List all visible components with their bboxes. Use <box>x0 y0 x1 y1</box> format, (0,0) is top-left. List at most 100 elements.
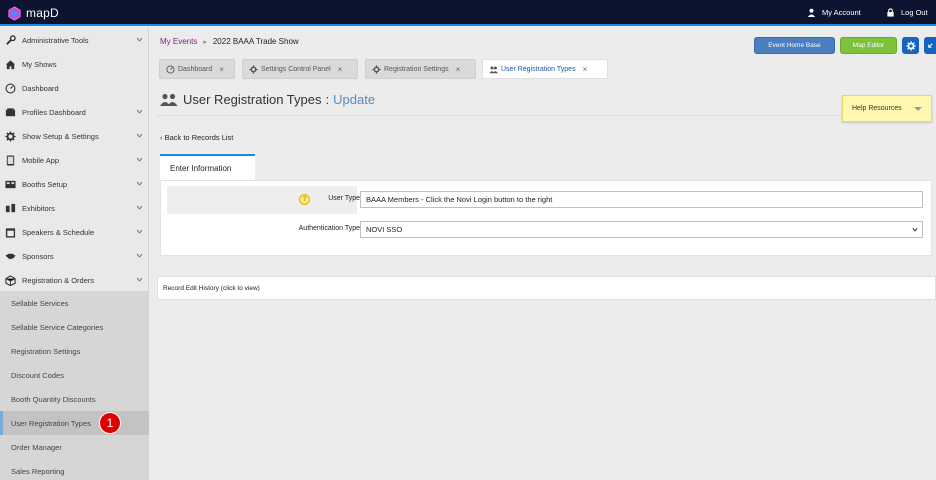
submenu-item-label: Registration Settings <box>11 346 81 356</box>
tab-label: Registration Settings <box>384 65 449 73</box>
calendar-icon <box>4 226 16 238</box>
sidebar-item-mobile-app[interactable]: Mobile App <box>0 148 149 172</box>
selected-value: NOVI SSO <box>366 225 403 234</box>
submenu-item-order-manager[interactable]: Order Manager <box>0 435 149 459</box>
my-account-link[interactable]: My Account <box>807 8 861 17</box>
gear-icon <box>249 64 258 74</box>
sidebar-item-my-shows[interactable]: My Shows <box>0 52 149 76</box>
speedometer-icon <box>4 82 16 94</box>
authentication-type-select[interactable]: NOVI SSO <box>360 221 923 238</box>
gear-icon <box>905 40 916 51</box>
exhibitors-icon <box>4 202 16 214</box>
my-account-label: My Account <box>822 8 861 17</box>
tab-registration-settings[interactable]: Registration Settings × <box>365 59 476 79</box>
back-to-records-link[interactable]: ‹ Back to Records List <box>160 133 233 142</box>
chevron-down-icon <box>136 205 143 210</box>
sidebar-item-label: Speakers & Schedule <box>22 227 95 237</box>
sidebar-item-administrative-tools[interactable]: Administrative Tools <box>0 28 149 52</box>
submenu-item-discount-codes[interactable]: Discount Codes <box>0 363 149 387</box>
submenu-item-label: Order Manager <box>11 442 62 452</box>
top-navbar: mapD My Account Log Out <box>0 0 936 26</box>
user-type-input[interactable] <box>360 191 923 208</box>
sidebar-item-speakers-schedule[interactable]: Speakers & Schedule <box>0 220 149 244</box>
users-icon <box>160 93 178 106</box>
map-editor-button[interactable]: Map Editor <box>840 37 897 54</box>
tab-user-registration-types[interactable]: User Registration Types × <box>482 59 608 79</box>
settings-button[interactable] <box>902 37 919 54</box>
chevron-down-icon <box>136 109 143 114</box>
sidebar-item-dashboard[interactable]: Dashboard <box>0 76 149 100</box>
tab-label: Dashboard <box>178 65 213 73</box>
sidebar-item-show-setup-settings[interactable]: Show Setup & Settings <box>0 124 149 148</box>
close-icon[interactable]: × <box>583 65 588 74</box>
submenu-item-booth-quantity-discounts[interactable]: Booth Quantity Discounts <box>0 387 149 411</box>
submenu-item-user-registration-types[interactable]: User Registration Types <box>0 411 149 435</box>
sidebar-item-label: Administrative Tools <box>22 35 89 45</box>
form-panel: ? User Type Authentication Type NOVI SSO <box>160 180 932 256</box>
chevron-down-icon <box>136 37 143 42</box>
page-title-separator: : <box>325 92 330 107</box>
chevron-down-icon <box>136 181 143 186</box>
authentication-type-row: Authentication Type NOVI SSO <box>167 216 929 244</box>
sidebar-item-label: Registration & Orders <box>22 275 95 285</box>
help-resources-label: Help Resources <box>852 105 902 112</box>
booth-grid-icon <box>4 178 16 190</box>
sidebar-item-label: Booths Setup <box>22 179 68 189</box>
tablet-icon <box>4 154 16 166</box>
submenu-item-sellable-services[interactable]: Sellable Services <box>0 291 149 315</box>
sidebar-item-sponsors[interactable]: Sponsors <box>0 244 149 268</box>
gear-icon <box>372 64 381 74</box>
event-home-base-button[interactable]: Event Home Base <box>754 37 835 54</box>
user-type-row: ? User Type <box>167 186 929 214</box>
sidebar-item-label: Mobile App <box>22 155 60 165</box>
chevron-down-icon <box>136 157 143 162</box>
breadcrumb: My Events ▸ 2022 BAAA Trade Show <box>160 37 299 46</box>
close-icon[interactable]: × <box>456 65 461 74</box>
chevron-down-icon <box>136 133 143 138</box>
tab-settings-control-panel[interactable]: Settings Control Panel × <box>242 59 358 79</box>
record-edit-history-toggle[interactable]: Record Edit History (click to view) <box>157 276 936 300</box>
submenu-item-sales-reporting[interactable]: Sales Reporting <box>0 459 149 480</box>
sidebar-item-registration-orders[interactable]: Registration & Orders <box>0 268 149 292</box>
collapse-button[interactable] <box>924 37 936 54</box>
annotation-badge-1: 1 <box>100 413 120 433</box>
sidebar-item-exhibitors[interactable]: Exhibitors <box>0 196 149 220</box>
help-resources-button[interactable]: Help Resources <box>842 95 932 122</box>
sidebar-item-label: Exhibitors <box>22 203 55 213</box>
chevron-down-icon <box>136 253 143 258</box>
registration-submenu: Sellable Services Sellable Service Categ… <box>0 291 149 480</box>
breadcrumb-my-events[interactable]: My Events <box>160 37 197 46</box>
gear-icon <box>4 130 16 142</box>
chevron-down-icon <box>912 227 918 232</box>
sidebar-item-label: Dashboard <box>22 83 59 93</box>
submenu-item-label: Sellable Service Categories <box>11 322 104 332</box>
tab-label: Settings Control Panel <box>261 65 331 73</box>
app-logo[interactable]: mapD <box>7 5 59 21</box>
close-icon[interactable]: × <box>338 65 343 74</box>
submenu-item-label: Sales Reporting <box>11 466 65 476</box>
submenu-item-sellable-service-categories[interactable]: Sellable Service Categories <box>0 315 149 339</box>
close-icon[interactable]: × <box>219 65 224 74</box>
sidebar-item-label: My Shows <box>22 59 57 69</box>
submenu-item-registration-settings[interactable]: Registration Settings <box>0 339 149 363</box>
speedometer-icon <box>166 64 175 74</box>
breadcrumb-current-event: 2022 BAAA Trade Show <box>212 37 299 46</box>
arrow-icon <box>927 43 933 48</box>
page-mode: Update <box>333 92 376 107</box>
handshake-icon <box>4 250 16 262</box>
title-divider <box>157 115 933 116</box>
profile-card-icon <box>4 106 16 118</box>
tab-label: User Registration Types <box>501 65 576 73</box>
help-icon[interactable]: ? <box>299 194 310 205</box>
tab-enter-information[interactable]: Enter Information <box>160 154 255 180</box>
authentication-type-label: Authentication Type <box>298 225 360 232</box>
page-title-text: User Registration Types <box>183 92 322 107</box>
breadcrumb-separator: ▸ <box>203 38 207 46</box>
home-icon <box>4 58 16 70</box>
chevron-down-icon <box>136 229 143 234</box>
sidebar-item-booths-setup[interactable]: Booths Setup <box>0 172 149 196</box>
log-out-link[interactable]: Log Out <box>886 8 928 17</box>
tab-dashboard[interactable]: Dashboard × <box>159 59 235 79</box>
sidebar-item-profiles-dashboard[interactable]: Profiles Dashboard <box>0 100 149 124</box>
submenu-item-label: Discount Codes <box>11 370 64 380</box>
